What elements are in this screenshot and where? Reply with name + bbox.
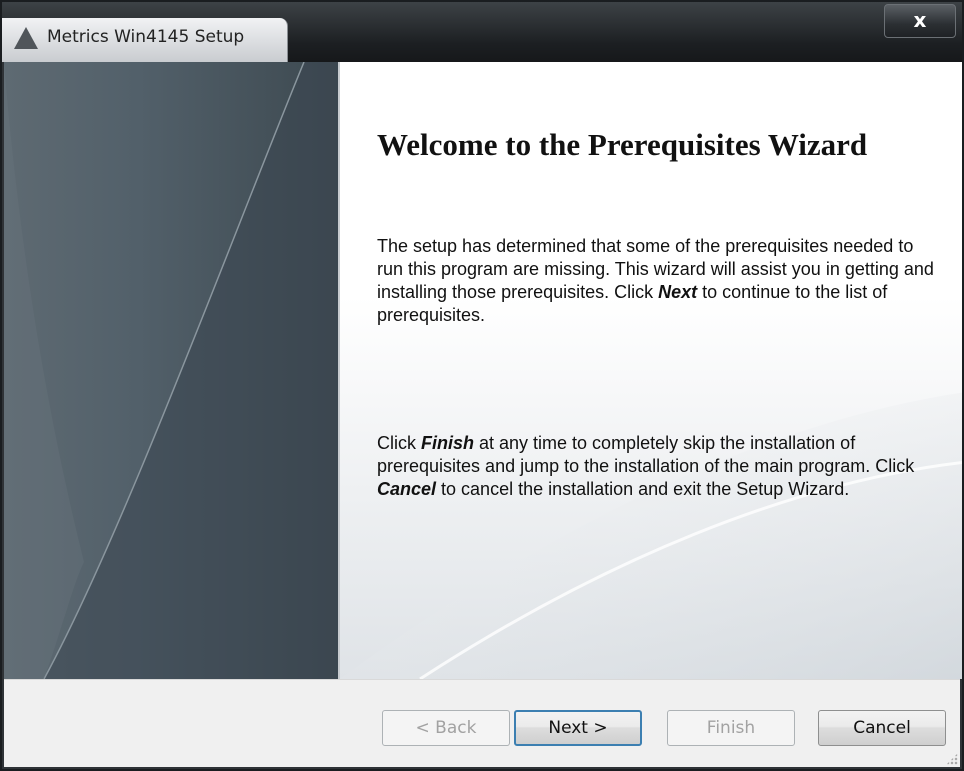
finish-text-start: Click [377, 433, 421, 453]
finish-text-end: to cancel the installation and exit the … [436, 479, 850, 499]
next-button[interactable]: Next > [514, 710, 642, 746]
banner-curve-graphic [4, 62, 338, 679]
welcome-panel: Welcome to the Prerequisites Wizard The … [338, 62, 962, 679]
next-emphasis: Next [658, 282, 698, 302]
intro-paragraph: The setup has determined that some of th… [377, 235, 937, 327]
finish-emphasis: Finish [421, 433, 474, 453]
setup-window: Metrics Win4145 Setup x Welcome to the P… [0, 0, 964, 771]
cancel-emphasis: Cancel [377, 479, 437, 499]
back-button[interactable]: < Back [382, 710, 510, 746]
side-banner-image [4, 62, 338, 679]
close-button[interactable]: x [884, 4, 956, 38]
finish-button[interactable]: Finish [667, 710, 795, 746]
close-icon: x [913, 8, 927, 32]
title-tab: Metrics Win4145 Setup [2, 18, 288, 62]
title-bar[interactable]: Metrics Win4145 Setup x [2, 2, 962, 62]
client-area: Welcome to the Prerequisites Wizard The … [4, 62, 962, 767]
window-title: Metrics Win4145 Setup [47, 27, 245, 47]
finish-paragraph: Click Finish at any time to completely s… [377, 432, 937, 501]
resize-grip-icon[interactable] [946, 753, 958, 765]
button-bar: < Back Next > Finish Cancel [4, 679, 960, 767]
page-title: Welcome to the Prerequisites Wizard [377, 127, 868, 162]
cancel-button[interactable]: Cancel [818, 710, 946, 746]
warning-triangle-icon [14, 27, 38, 49]
